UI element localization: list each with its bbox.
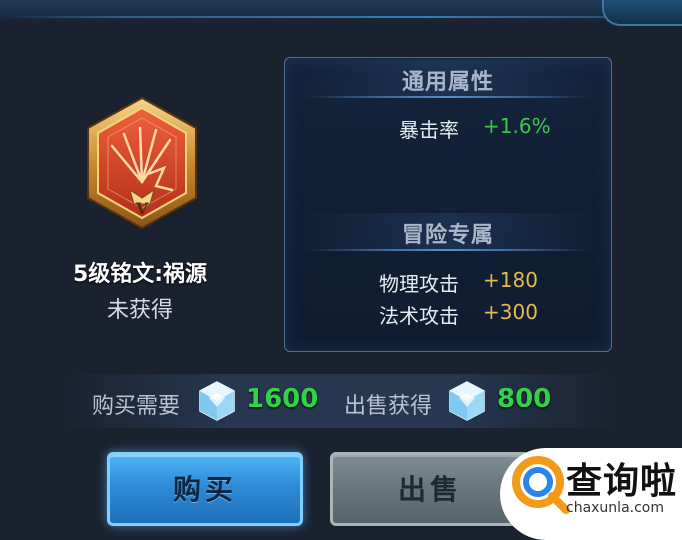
section-divider: [307, 96, 589, 98]
attributes-panel: 通用属性 暴击率 +1.6% 冒险专属 物理攻击 +180 法术攻击 +300: [284, 57, 612, 352]
sell-price-value: 800: [497, 384, 552, 414]
adventure-attributes-title: 冒险专属: [401, 223, 494, 248]
sell-price-label: 出售获得: [344, 394, 433, 419]
buy-button[interactable]: 购买: [107, 452, 303, 526]
corner-ornament-icon: [652, 0, 674, 18]
common-attributes-title: 通用属性: [401, 70, 494, 95]
watermark-brand: 查询啦: [566, 461, 678, 502]
watermark-url: chaxunla.com: [566, 500, 664, 516]
buy-price-value: 1600: [246, 384, 319, 414]
buy-price-label: 购买需要: [92, 394, 181, 419]
section-divider: [307, 249, 589, 251]
stat-row: 物理攻击 +180: [285, 268, 611, 296]
stat-name: 物理攻击: [379, 272, 459, 296]
stat-row: 暴击率 +1.6%: [285, 114, 611, 142]
stat-row: 法术攻击 +300: [285, 300, 611, 328]
badge-level-letter: V: [135, 199, 149, 218]
search-logo-icon: [512, 456, 570, 514]
inscription-badge-icon: V: [87, 96, 197, 230]
crystal-gem-icon: [449, 381, 485, 421]
stat-value: +300: [483, 300, 538, 324]
stat-value: +180: [483, 268, 538, 292]
stat-value: +1.6%: [483, 114, 551, 138]
stat-name: 暴击率: [399, 118, 459, 142]
top-frame: [0, 0, 682, 26]
stat-name: 法术攻击: [379, 304, 459, 328]
item-name: 5级铭文:祸源: [72, 262, 208, 287]
crystal-gem-icon: [199, 381, 235, 421]
item-status: 未获得: [106, 298, 173, 323]
